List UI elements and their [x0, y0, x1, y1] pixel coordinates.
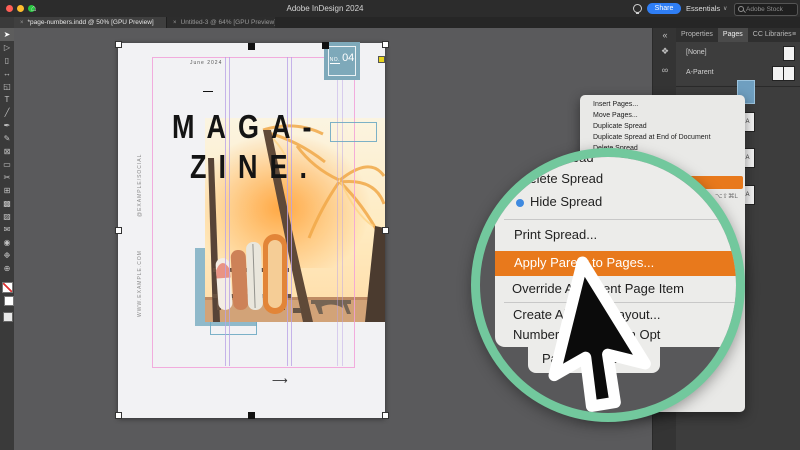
pencil-tool[interactable]: ✎ [0, 132, 14, 145]
gradient-tool[interactable]: ▩ [0, 197, 14, 210]
lightbulb-icon[interactable] [633, 4, 642, 14]
issue-date: June 2024 [190, 60, 223, 66]
page-tool[interactable]: ▯ [0, 54, 14, 67]
links-panel-icon[interactable]: ∞ [653, 65, 677, 75]
free-transform-tool[interactable]: ⊞ [0, 184, 14, 197]
frame-tool[interactable]: ⊠ [0, 145, 14, 158]
column-guide [291, 57, 292, 366]
tab-untitled-3[interactable]: × Untitled-3 @ 64% [GPU Preview] [166, 17, 275, 28]
badge-no-label: NO. [329, 57, 341, 64]
stroke-swatch[interactable] [4, 296, 14, 306]
type-tool[interactable]: T [0, 93, 14, 106]
indesign-window: ⌂ Adobe InDesign 2024 Share Essentials ∨… [0, 0, 800, 450]
menu-item-duplicate-spread-end[interactable]: Duplicate Spread at End of Document [593, 132, 739, 143]
hand-tool[interactable]: ❉ [0, 249, 14, 262]
eyedropper-tool[interactable]: ◉ [0, 236, 14, 249]
screen-mode-button[interactable] [3, 312, 13, 322]
hide-spread-bullet-icon [516, 199, 524, 207]
menu-item-delete-spread[interactable]: Delete Spread [520, 171, 603, 186]
selection-handle[interactable] [382, 412, 389, 419]
selection-tool[interactable]: ➤ [0, 28, 14, 41]
menu-item-move-pages[interactable]: Move Pages... [593, 110, 739, 121]
tab-label: *page-numbers.indd @ 50% [GPU Preview] [27, 19, 154, 26]
app-title: Adobe InDesign 2024 [286, 4, 364, 13]
direct-selection-tool[interactable]: ▷ [0, 41, 14, 54]
column-guide [337, 57, 338, 366]
selection-handle[interactable] [115, 227, 122, 234]
side-text-social: @EXAMPLE/SOCIAL [137, 153, 143, 217]
tab-bar-stub [0, 17, 15, 28]
selection-handle[interactable] [248, 412, 255, 419]
tab-label: Untitled-3 @ 64% [GPU Preview] [180, 19, 275, 26]
column-guide [287, 57, 288, 366]
search-icon [738, 6, 744, 12]
adobe-stock-search[interactable]: Adobe Stock [734, 3, 798, 16]
side-text-website: WWW.EXAMPLE.COM [137, 250, 143, 317]
page-thumbnail [783, 66, 795, 81]
stroke-panel-icon[interactable]: ❖ [653, 46, 677, 57]
magazine-title-line2[interactable]: ZINE. [190, 148, 319, 187]
chevron-down-icon: ∨ [723, 6, 728, 12]
gap-tool[interactable]: ↔ [0, 67, 14, 80]
badge-frame: NO. 04 [328, 46, 356, 76]
menu-item-print-spread[interactable]: Print Spread... [514, 227, 597, 242]
panel-menu-icon[interactable]: ≡ [792, 31, 796, 38]
tab-pages[interactable]: Pages [717, 28, 748, 42]
rectangle-tool[interactable]: ▭ [0, 158, 14, 171]
menu-item-insert-pages[interactable]: Insert Pages... [593, 99, 739, 110]
content-collector-tool[interactable]: ◱ [0, 80, 14, 93]
parent-row-label: A-Parent [686, 69, 714, 76]
pen-tool[interactable]: ✒ [0, 119, 14, 132]
column-guide [229, 57, 230, 366]
menu-item-hide-spread[interactable]: Hide Spread [530, 194, 602, 209]
column-guide [225, 57, 226, 366]
collapse-panels-icon[interactable]: « [653, 30, 677, 40]
title-dash: — [203, 86, 213, 97]
page-arrow: ⟶ [272, 375, 288, 387]
teal-outline-rect-top [330, 122, 377, 142]
scissors-tool[interactable]: ✂ [0, 171, 14, 184]
selection-handle[interactable] [378, 56, 385, 63]
minimize-window-icon[interactable] [17, 5, 24, 12]
zoom-tool[interactable]: ⊕ [0, 262, 14, 275]
tab-close-icon[interactable]: × [20, 20, 24, 26]
selection-handle[interactable] [248, 43, 255, 50]
selection-handle[interactable] [382, 227, 389, 234]
fill-swatch[interactable] [2, 282, 13, 293]
magazine-title-line1[interactable]: MAGA- [172, 108, 323, 147]
selection-handle[interactable] [382, 41, 389, 48]
page-thumbnail [783, 46, 795, 61]
parent-row-label: [None] [686, 49, 707, 56]
menu-separator [504, 219, 736, 220]
home-icon[interactable]: ⌂ [31, 3, 36, 13]
line-tool[interactable]: ╱ [0, 106, 14, 119]
tab-cc-libraries[interactable]: CC Libraries [748, 28, 797, 42]
margin-guide [152, 57, 355, 368]
share-button[interactable]: Share [647, 3, 681, 14]
tab-page-numbers[interactable]: × *page-numbers.indd @ 50% [GPU Preview] [14, 17, 166, 28]
menu-item-duplicate-spread[interactable]: Duplicate Spread [593, 121, 739, 132]
close-window-icon[interactable] [6, 5, 13, 12]
badge-number: 04 [342, 52, 355, 64]
selection-handle[interactable] [115, 41, 122, 48]
issue-number-badge[interactable]: NO. 04 [324, 42, 360, 80]
search-placeholder: Adobe Stock [746, 6, 783, 13]
tab-properties[interactable]: Properties [676, 28, 718, 42]
column-guide [342, 57, 343, 366]
panel-tab-bar: Properties Pages CC Libraries [676, 28, 800, 42]
workspace-switcher[interactable]: Essentials [686, 4, 720, 13]
gradient-feather-tool[interactable]: ▨ [0, 210, 14, 223]
parent-row-none[interactable]: [None] [676, 44, 800, 62]
badge-selection-handle[interactable] [322, 42, 329, 49]
tools-panel: ➤ ▷ ▯ ↔ ◱ T ╱ ✒ ✎ ⊠ ▭ ✂ ⊞ ▩ ▨ ✉ ◉ ❉ ⊕ [0, 28, 15, 450]
tab-close-icon[interactable]: × [173, 20, 177, 26]
selection-handle[interactable] [115, 412, 122, 419]
note-tool[interactable]: ✉ [0, 223, 14, 236]
